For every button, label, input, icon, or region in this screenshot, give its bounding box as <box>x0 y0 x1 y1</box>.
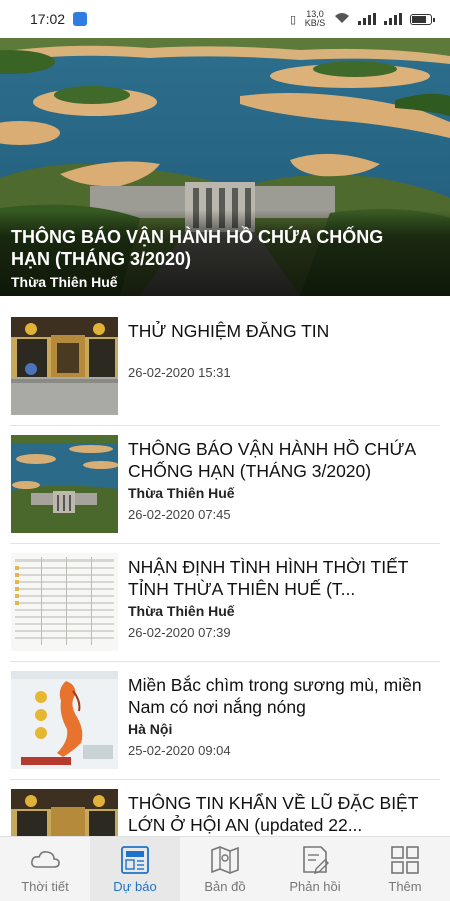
list-item[interactable]: Miền Bắc chìm trong sương mù, miền Nam c… <box>10 662 440 780</box>
news-list: THỬ NGHIỆM ĐĂNG TIN 26-02-2020 15:31 THÔ… <box>0 308 450 898</box>
forecast-newspaper-icon <box>121 846 149 874</box>
item-date: 26-02-2020 15:31 <box>128 365 231 380</box>
signal-icon-2 <box>384 13 402 25</box>
item-title[interactable]: THÔNG TIN KHẨN VỀ LŨ ĐẶC BIỆT LỚN Ở HỘI … <box>128 792 440 836</box>
item-title[interactable]: NHẬN ĐỊNH TÌNH HÌNH THỜI TIẾT TỈNH THỪA … <box>128 556 440 600</box>
nav-label: Thời tiết <box>21 879 69 894</box>
nav-label: Thêm <box>388 879 422 894</box>
weather-table-thumbnail <box>11 553 118 651</box>
nav-weather[interactable]: Thời tiết <box>0 837 90 901</box>
item-date: 26-02-2020 07:45 <box>128 507 231 522</box>
nav-forecast[interactable]: Dự báo <box>90 837 180 901</box>
nav-more[interactable]: Thêm <box>360 837 450 901</box>
feedback-icon <box>303 846 329 874</box>
status-icons: ▯ 13,0 KB/S <box>289 9 435 28</box>
nav-map[interactable]: Bản đồ <box>180 837 270 901</box>
signal-icon <box>358 13 376 25</box>
cloud-icon <box>31 851 60 868</box>
item-region: Thừa Thiên Huế <box>128 485 235 501</box>
wifi-icon <box>334 12 350 26</box>
item-region: Thừa Thiên Huế <box>128 603 235 619</box>
status-time: 17:02 <box>30 11 66 27</box>
battery-icon <box>410 13 435 25</box>
item-date: 26-02-2020 07:39 <box>128 625 231 640</box>
bottom-navigation: Thời tiết Dự báo Bản đồ Phản hồi Thêm <box>0 836 450 901</box>
item-date: 25-02-2020 09:04 <box>128 743 231 758</box>
nav-label: Dự báo <box>113 879 157 894</box>
nav-feedback[interactable]: Phản hồi <box>270 837 360 901</box>
list-item[interactable]: THỬ NGHIỆM ĐĂNG TIN 26-02-2020 15:31 <box>10 308 440 426</box>
reservoir-thumbnail <box>11 435 118 533</box>
hero-featured-article[interactable]: THÔNG BÁO VẬN HÀNH HỒ CHỨA CHỐNG HẠN (TH… <box>0 38 450 296</box>
list-item[interactable]: THÔNG BÁO VẬN HÀNH HỒ CHỨA CHỐNG HẠN (TH… <box>10 426 440 544</box>
hero-title[interactable]: THÔNG BÁO VẬN HÀNH HỒ CHỨA CHỐNG HẠN (TH… <box>11 226 420 270</box>
network-speed: 13,0 KB/S <box>304 9 326 28</box>
vibrate-icon: ▯ <box>289 13 296 26</box>
item-title[interactable]: THÔNG BÁO VẬN HÀNH HỒ CHỨA CHỐNG HẠN (TH… <box>128 438 440 482</box>
vietnam-map-thumbnail <box>11 671 118 769</box>
item-title[interactable]: Miền Bắc chìm trong sương mù, miền Nam c… <box>128 674 440 718</box>
nav-label: Bản đồ <box>204 879 246 894</box>
flood-town-thumbnail <box>11 317 118 415</box>
item-title[interactable]: THỬ NGHIỆM ĐĂNG TIN <box>128 320 440 342</box>
list-item[interactable]: NHẬN ĐỊNH TÌNH HÌNH THỜI TIẾT TỈNH THỪA … <box>10 544 440 662</box>
status-bar: 17:02 ▯ 13,0 KB/S <box>0 0 450 38</box>
nav-label: Phản hồi <box>289 879 341 894</box>
app-notification-icon <box>73 12 88 26</box>
map-icon <box>211 846 239 874</box>
grid-icon <box>391 846 419 874</box>
hero-region: Thừa Thiên Huế <box>11 274 118 290</box>
item-region: Hà Nội <box>128 721 173 737</box>
